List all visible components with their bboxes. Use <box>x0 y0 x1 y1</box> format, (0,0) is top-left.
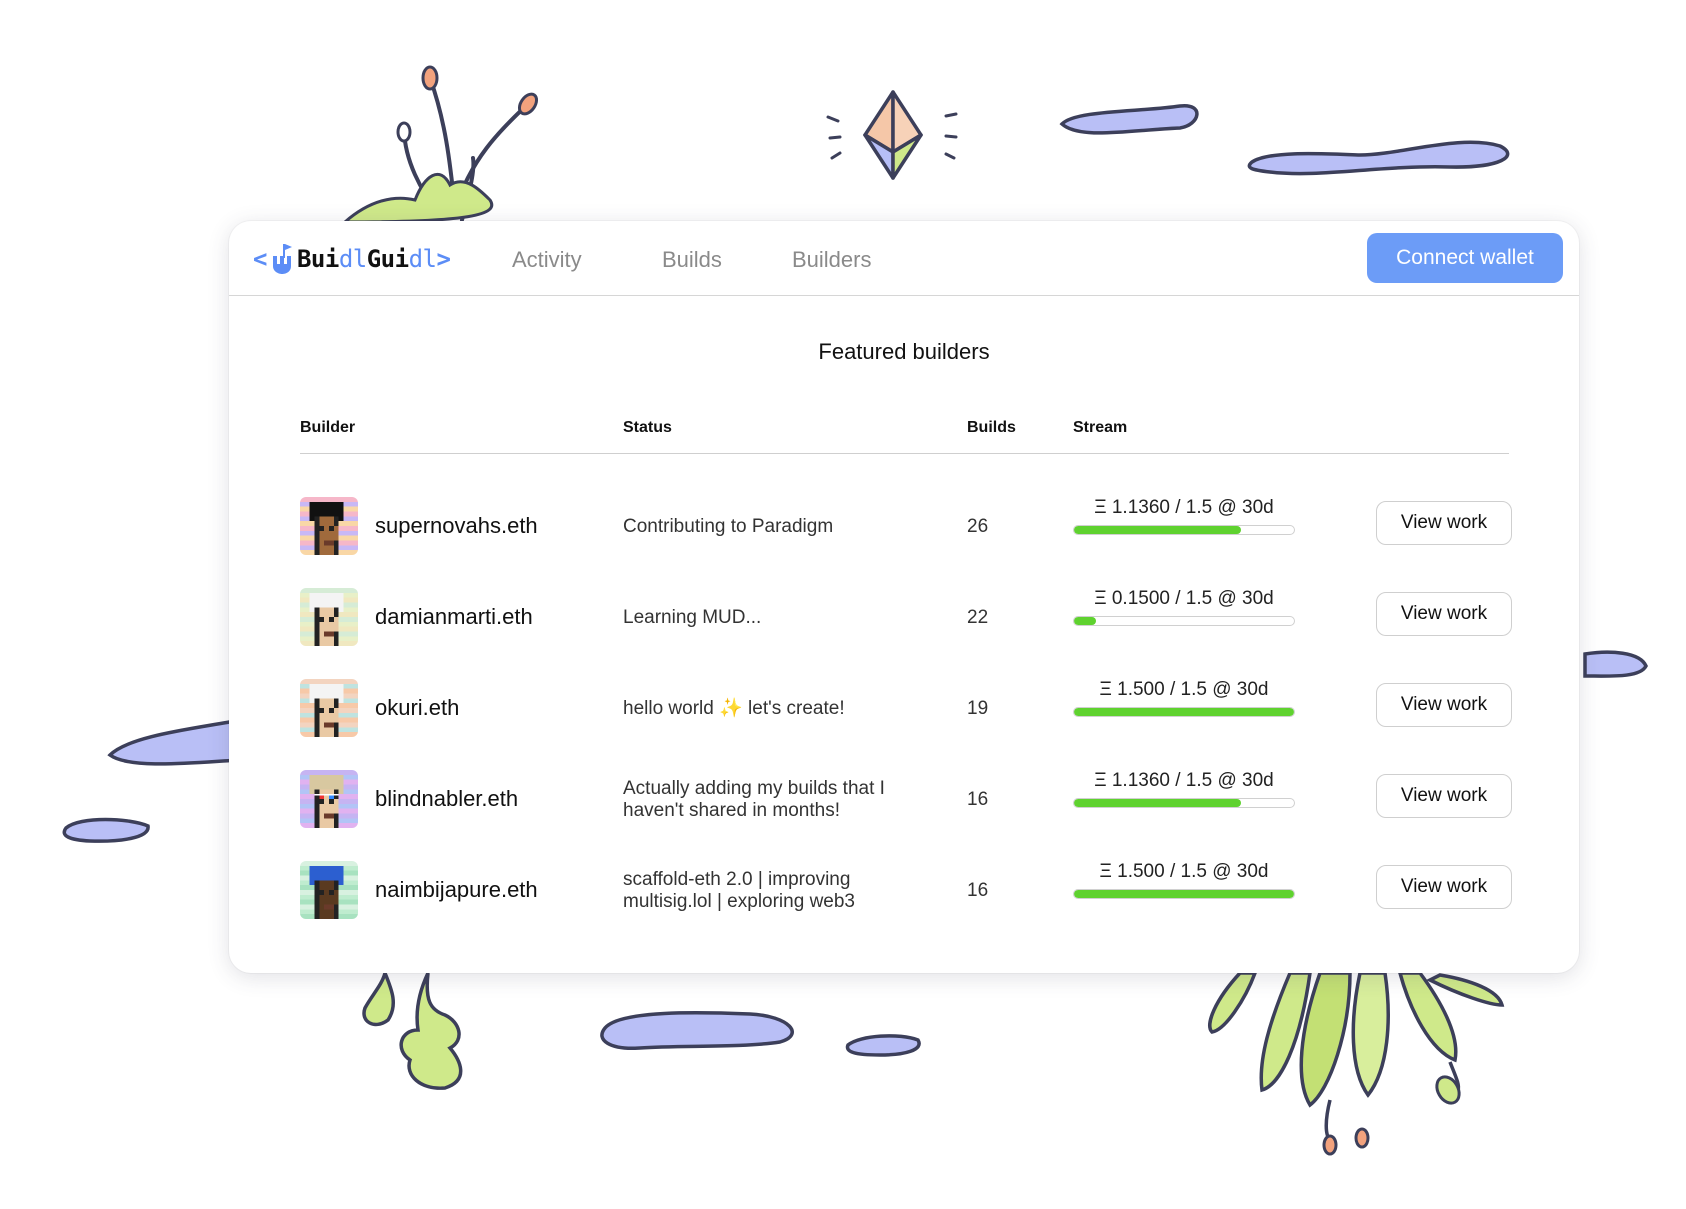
avatar[interactable] <box>300 588 358 646</box>
section-title: Featured builders <box>818 339 990 364</box>
stream-amount: Ξ 1.500 / 1.5 @ 30d <box>1099 861 1269 882</box>
builder-name[interactable]: okuri.eth <box>375 695 459 721</box>
builder-status: scaffold-eth 2.0 | improving multisig.lo… <box>623 869 855 912</box>
builder-name[interactable]: blindnabler.eth <box>375 786 518 812</box>
stream-progress-fill <box>1074 890 1294 898</box>
stream: Ξ 1.500 / 1.5 @ 30d <box>1073 861 1295 899</box>
nav-builds[interactable]: Builds <box>662 247 722 273</box>
col-status: Status <box>623 419 672 436</box>
stream-amount: Ξ 1.1360 / 1.5 @ 30d <box>1094 770 1274 791</box>
logo-text: dl <box>408 245 437 273</box>
bud-icon <box>1322 1134 1338 1156</box>
table-header: Builder Status Builds Stream <box>300 419 1509 454</box>
avatar[interactable] <box>300 770 358 828</box>
col-stream: Stream <box>1073 419 1128 436</box>
cloud-icon <box>845 1034 921 1057</box>
table-row: damianmarti.eth Learning MUD... 22 Ξ 0.1… <box>300 574 1540 654</box>
table-row: naimbijapure.eth scaffold-eth 2.0 | impr… <box>300 847 1540 927</box>
cloud-icon <box>600 1010 794 1050</box>
cloud-icon <box>1247 140 1510 176</box>
ethereum-diamond-icon <box>863 90 923 180</box>
builder-status: Learning MUD... <box>623 607 762 628</box>
leaf-icon <box>1426 973 1505 1007</box>
col-builds: Builds <box>967 419 1016 436</box>
view-work-button[interactable]: View work <box>1376 592 1512 636</box>
fork-flag-logo-icon <box>272 244 292 274</box>
buidlguidl-logo[interactable]: < Bui dl Gui dl > <box>253 243 451 275</box>
builder-status: hello world ✨ let's create! <box>623 698 845 719</box>
view-work-button[interactable]: View work <box>1376 683 1512 727</box>
avatar[interactable] <box>300 861 358 919</box>
stream-progress-fill <box>1074 708 1294 716</box>
builds-count: 16 <box>967 789 989 810</box>
view-work-button[interactable]: View work <box>1376 501 1512 545</box>
stream: Ξ 1.1360 / 1.5 @ 30d <box>1073 497 1295 535</box>
leaf-icon <box>399 972 463 1090</box>
stream-amount: Ξ 1.1360 / 1.5 @ 30d <box>1094 497 1274 518</box>
stream: Ξ 0.1500 / 1.5 @ 30d <box>1073 588 1295 626</box>
stream-progress-bar <box>1073 616 1295 626</box>
builder-status: Actually adding my builds that I haven't… <box>623 778 885 821</box>
table-row: okuri.eth hello world ✨ let's create! 19… <box>300 665 1540 745</box>
navbar: < Bui dl Gui dl > Activity Builds Builders C… <box>229 221 1579 296</box>
builder-name[interactable]: naimbijapure.eth <box>375 877 538 903</box>
table-row: supernovahs.eth Contributing to Paradigm… <box>300 483 1540 563</box>
cloud-icon <box>62 817 150 843</box>
leaf-icon <box>1351 971 1390 1098</box>
stream-progress-bar <box>1073 525 1295 535</box>
bud-icon <box>1435 1075 1461 1105</box>
builder-name[interactable]: supernovahs.eth <box>375 513 538 539</box>
logo-bracket: > <box>436 245 451 273</box>
nav-builders[interactable]: Builders <box>792 247 871 273</box>
stream: Ξ 1.500 / 1.5 @ 30d <box>1073 679 1295 717</box>
leaf-icon <box>362 967 396 1027</box>
stream-progress-fill <box>1074 526 1241 534</box>
builds-count: 19 <box>967 698 989 719</box>
view-work-button[interactable]: View work <box>1376 865 1512 909</box>
stream-amount: Ξ 1.500 / 1.5 @ 30d <box>1099 679 1269 700</box>
stream: Ξ 1.1360 / 1.5 @ 30d <box>1073 770 1295 808</box>
view-work-button[interactable]: View work <box>1376 774 1512 818</box>
cloud-icon <box>1059 104 1199 135</box>
stream-progress-bar <box>1073 889 1295 899</box>
nav-activity[interactable]: Activity <box>512 247 582 273</box>
connect-wallet-button[interactable]: Connect wallet <box>1367 233 1563 283</box>
col-builder: Builder <box>300 419 356 436</box>
logo-text: dl <box>338 245 367 273</box>
stream-progress-bar <box>1073 707 1295 717</box>
builders-card: < Bui dl Gui dl > Activity Builds Builders C… <box>229 221 1579 973</box>
stream-progress-bar <box>1073 798 1295 808</box>
table-row: blindnabler.eth Actually adding my build… <box>300 756 1540 836</box>
builder-status: Contributing to Paradigm <box>623 516 834 537</box>
stream-progress-fill <box>1074 799 1241 807</box>
builds-count: 26 <box>967 516 989 537</box>
builds-count: 16 <box>967 880 989 901</box>
logo-text: Bui <box>296 245 339 273</box>
bud-icon <box>396 121 412 143</box>
logo-bracket: < <box>253 245 267 273</box>
avatar[interactable] <box>300 679 358 737</box>
cloud-icon <box>107 717 242 766</box>
stream-progress-fill <box>1074 617 1096 625</box>
bud-icon <box>1354 1127 1370 1149</box>
cloud-icon <box>1583 650 1648 678</box>
stream-amount: Ξ 0.1500 / 1.5 @ 30d <box>1094 588 1274 609</box>
builder-name[interactable]: damianmarti.eth <box>375 604 533 630</box>
logo-text: Gui <box>366 245 409 273</box>
avatar[interactable] <box>300 497 358 555</box>
builds-count: 22 <box>967 607 989 628</box>
leaf-icon <box>1208 971 1258 1034</box>
bud-icon <box>421 65 439 91</box>
